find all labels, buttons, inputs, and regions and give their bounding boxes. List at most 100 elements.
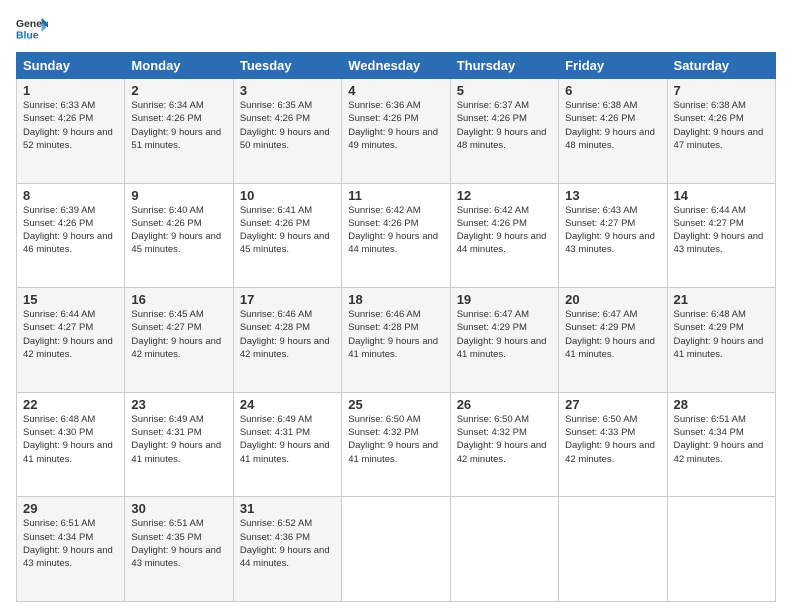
day-number: 1 — [23, 83, 118, 98]
day-cell: 18 Sunrise: 6:46 AMSunset: 4:28 PMDayligh… — [342, 288, 450, 393]
day-cell: 27 Sunrise: 6:50 AMSunset: 4:33 PMDayligh… — [559, 392, 667, 497]
day-cell: 8Sunrise: 6:39 AMSunset: 4:26 PMDaylight… — [17, 183, 125, 288]
day-cell: 19 Sunrise: 6:47 AMSunset: 4:29 PMDayligh… — [450, 288, 558, 393]
day-cell: 30 Sunrise: 6:51 AMSunset: 4:35 PMDayligh… — [125, 497, 233, 602]
svg-text:Blue: Blue — [16, 30, 39, 41]
day-info: Sunrise: 6:42 AMSunset: 4:26 PMDaylight:… — [348, 205, 438, 256]
day-info: Sunrise: 6:33 AMSunset: 4:26 PMDaylight:… — [23, 100, 113, 151]
day-info: Sunrise: 6:52 AMSunset: 4:36 PMDaylight:… — [240, 518, 330, 569]
day-info: Sunrise: 6:35 AMSunset: 4:26 PMDaylight:… — [240, 100, 330, 151]
day-number: 20 — [565, 292, 660, 307]
day-info: Sunrise: 6:51 AMSunset: 4:34 PMDaylight:… — [674, 414, 764, 465]
calendar-table: SundayMondayTuesdayWednesdayThursdayFrid… — [16, 52, 776, 602]
day-cell: 21Sunrise: 6:48 AMSunset: 4:29 PMDayligh… — [667, 288, 775, 393]
week-row-1: 1 Sunrise: 6:33 AMSunset: 4:26 PMDaylight… — [17, 79, 776, 184]
day-cell — [342, 497, 450, 602]
day-number: 28 — [674, 397, 769, 412]
day-cell: 10Sunrise: 6:41 AMSunset: 4:26 PMDayligh… — [233, 183, 341, 288]
day-number: 13 — [565, 188, 660, 203]
day-cell: 11 Sunrise: 6:42 AMSunset: 4:26 PMDayligh… — [342, 183, 450, 288]
day-cell: 9 Sunrise: 6:40 AMSunset: 4:26 PMDaylight… — [125, 183, 233, 288]
day-cell: 4 Sunrise: 6:36 AMSunset: 4:26 PMDaylight… — [342, 79, 450, 184]
day-number: 16 — [131, 292, 226, 307]
day-cell: 23 Sunrise: 6:49 AMSunset: 4:31 PMDayligh… — [125, 392, 233, 497]
day-cell: 15 Sunrise: 6:44 AMSunset: 4:27 PMDayligh… — [17, 288, 125, 393]
day-info: Sunrise: 6:43 AMSunset: 4:27 PMDaylight:… — [565, 205, 655, 256]
day-cell: 12 Sunrise: 6:42 AMSunset: 4:26 PMDayligh… — [450, 183, 558, 288]
day-cell: 5 Sunrise: 6:37 AMSunset: 4:26 PMDaylight… — [450, 79, 558, 184]
day-info: Sunrise: 6:44 AMSunset: 4:27 PMDaylight:… — [23, 309, 113, 360]
day-number: 7 — [674, 83, 769, 98]
weekday-header-friday: Friday — [559, 53, 667, 79]
day-info: Sunrise: 6:48 AMSunset: 4:30 PMDaylight:… — [23, 414, 113, 465]
day-number: 18 — [348, 292, 443, 307]
day-info: Sunrise: 6:45 AMSunset: 4:27 PMDaylight:… — [131, 309, 221, 360]
day-number: 29 — [23, 501, 118, 516]
day-cell — [559, 497, 667, 602]
day-cell: 16 Sunrise: 6:45 AMSunset: 4:27 PMDayligh… — [125, 288, 233, 393]
day-number: 22 — [23, 397, 118, 412]
day-info: Sunrise: 6:38 AMSunset: 4:26 PMDaylight:… — [674, 100, 764, 151]
day-number: 11 — [348, 188, 443, 203]
day-number: 14 — [674, 188, 769, 203]
day-cell: 28 Sunrise: 6:51 AMSunset: 4:34 PMDayligh… — [667, 392, 775, 497]
day-number: 21 — [674, 292, 769, 307]
day-info: Sunrise: 6:36 AMSunset: 4:26 PMDaylight:… — [348, 100, 438, 151]
day-number: 19 — [457, 292, 552, 307]
day-info: Sunrise: 6:44 AMSunset: 4:27 PMDaylight:… — [674, 205, 764, 256]
day-number: 9 — [131, 188, 226, 203]
logo-icon: General Blue — [16, 16, 48, 44]
week-row-4: 22 Sunrise: 6:48 AMSunset: 4:30 PMDayligh… — [17, 392, 776, 497]
day-number: 27 — [565, 397, 660, 412]
day-cell: 1 Sunrise: 6:33 AMSunset: 4:26 PMDaylight… — [17, 79, 125, 184]
week-row-3: 15 Sunrise: 6:44 AMSunset: 4:27 PMDayligh… — [17, 288, 776, 393]
day-info: Sunrise: 6:46 AMSunset: 4:28 PMDaylight:… — [348, 309, 438, 360]
day-cell: 7 Sunrise: 6:38 AMSunset: 4:26 PMDaylight… — [667, 79, 775, 184]
logo: General Blue — [16, 16, 54, 44]
day-number: 8 — [23, 188, 118, 203]
day-number: 17 — [240, 292, 335, 307]
day-info: Sunrise: 6:41 AMSunset: 4:26 PMDaylight:… — [240, 205, 330, 256]
day-info: Sunrise: 6:46 AMSunset: 4:28 PMDaylight:… — [240, 309, 330, 360]
day-info: Sunrise: 6:37 AMSunset: 4:26 PMDaylight:… — [457, 100, 547, 151]
day-info: Sunrise: 6:47 AMSunset: 4:29 PMDaylight:… — [457, 309, 547, 360]
day-number: 5 — [457, 83, 552, 98]
day-info: Sunrise: 6:34 AMSunset: 4:26 PMDaylight:… — [131, 100, 221, 151]
day-number: 3 — [240, 83, 335, 98]
day-cell: 31 Sunrise: 6:52 AMSunset: 4:36 PMDayligh… — [233, 497, 341, 602]
day-cell: 3 Sunrise: 6:35 AMSunset: 4:26 PMDaylight… — [233, 79, 341, 184]
day-number: 4 — [348, 83, 443, 98]
day-info: Sunrise: 6:51 AMSunset: 4:34 PMDaylight:… — [23, 518, 113, 569]
header: General Blue — [16, 16, 776, 44]
weekday-header-wednesday: Wednesday — [342, 53, 450, 79]
day-info: Sunrise: 6:40 AMSunset: 4:26 PMDaylight:… — [131, 205, 221, 256]
weekday-header-tuesday: Tuesday — [233, 53, 341, 79]
weekday-header-row: SundayMondayTuesdayWednesdayThursdayFrid… — [17, 53, 776, 79]
day-info: Sunrise: 6:50 AMSunset: 4:33 PMDaylight:… — [565, 414, 655, 465]
weekday-header-thursday: Thursday — [450, 53, 558, 79]
weekday-header-saturday: Saturday — [667, 53, 775, 79]
day-number: 30 — [131, 501, 226, 516]
page: General Blue SundayMondayTuesdayWednesda… — [0, 0, 792, 612]
day-cell: 20 Sunrise: 6:47 AMSunset: 4:29 PMDayligh… — [559, 288, 667, 393]
day-number: 15 — [23, 292, 118, 307]
day-cell: 14 Sunrise: 6:44 AMSunset: 4:27 PMDayligh… — [667, 183, 775, 288]
day-cell: 13 Sunrise: 6:43 AMSunset: 4:27 PMDayligh… — [559, 183, 667, 288]
day-cell: 22 Sunrise: 6:48 AMSunset: 4:30 PMDayligh… — [17, 392, 125, 497]
weekday-header-sunday: Sunday — [17, 53, 125, 79]
day-number: 2 — [131, 83, 226, 98]
day-cell: 25Sunrise: 6:50 AMSunset: 4:32 PMDayligh… — [342, 392, 450, 497]
day-cell — [667, 497, 775, 602]
day-cell — [450, 497, 558, 602]
day-info: Sunrise: 6:38 AMSunset: 4:26 PMDaylight:… — [565, 100, 655, 151]
day-number: 23 — [131, 397, 226, 412]
day-cell: 24Sunrise: 6:49 AMSunset: 4:31 PMDayligh… — [233, 392, 341, 497]
week-row-2: 8Sunrise: 6:39 AMSunset: 4:26 PMDaylight… — [17, 183, 776, 288]
day-info: Sunrise: 6:51 AMSunset: 4:35 PMDaylight:… — [131, 518, 221, 569]
day-number: 12 — [457, 188, 552, 203]
day-number: 31 — [240, 501, 335, 516]
day-info: Sunrise: 6:47 AMSunset: 4:29 PMDaylight:… — [565, 309, 655, 360]
day-info: Sunrise: 6:49 AMSunset: 4:31 PMDaylight:… — [131, 414, 221, 465]
day-info: Sunrise: 6:42 AMSunset: 4:26 PMDaylight:… — [457, 205, 547, 256]
day-cell: 17 Sunrise: 6:46 AMSunset: 4:28 PMDayligh… — [233, 288, 341, 393]
